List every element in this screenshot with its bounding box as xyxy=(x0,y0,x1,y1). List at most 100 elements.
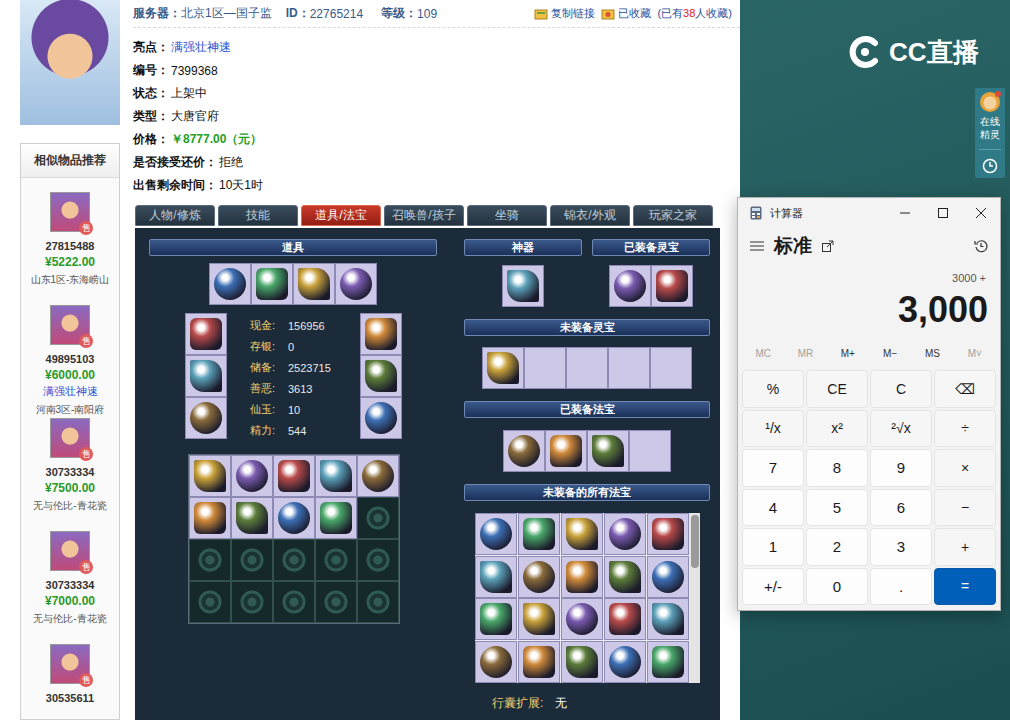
item-slot[interactable] xyxy=(650,347,692,389)
item-slot[interactable] xyxy=(502,265,544,307)
calc-key[interactable]: . xyxy=(870,568,932,606)
memory-button[interactable]: MS xyxy=(911,340,953,366)
close-button[interactable] xyxy=(962,198,1000,228)
item-slot[interactable] xyxy=(185,313,227,355)
memory-button[interactable]: MR xyxy=(784,340,826,366)
item-slot[interactable] xyxy=(185,355,227,397)
calc-key[interactable]: 8 xyxy=(806,449,868,487)
item-slot[interactable] xyxy=(335,263,377,305)
item-slot[interactable] xyxy=(587,430,629,472)
item-slot[interactable] xyxy=(293,263,335,305)
info-value[interactable]: 满强壮神速 xyxy=(171,39,231,56)
scrollbar[interactable] xyxy=(690,513,700,683)
item-slot[interactable] xyxy=(518,598,560,640)
item-slot[interactable] xyxy=(357,581,399,623)
item-slot[interactable] xyxy=(357,539,399,581)
memory-button[interactable]: M˅ xyxy=(954,340,996,366)
item-slot[interactable] xyxy=(609,265,651,307)
helper-label[interactable]: 在线精灵 xyxy=(979,115,1001,141)
sidebar-item[interactable]: 售27815488¥5222.00山东1区-东海崂山 xyxy=(21,178,119,291)
calc-key[interactable]: 3 xyxy=(870,528,932,566)
calc-key[interactable]: ²√x xyxy=(870,410,932,448)
item-slot[interactable] xyxy=(315,455,357,497)
item-slot[interactable] xyxy=(315,497,357,539)
item-slot[interactable] xyxy=(608,347,650,389)
item-slot[interactable] xyxy=(360,313,402,355)
item-slot[interactable] xyxy=(545,430,587,472)
item-slot[interactable] xyxy=(561,598,603,640)
calc-key[interactable]: 5 xyxy=(806,489,868,527)
item-slot[interactable] xyxy=(647,641,689,683)
item-slot[interactable] xyxy=(651,265,693,307)
item-slot[interactable] xyxy=(503,430,545,472)
tab[interactable]: 坐骑 xyxy=(467,205,547,226)
item-slot[interactable] xyxy=(475,598,517,640)
item-slot[interactable] xyxy=(475,641,517,683)
calc-key[interactable]: % xyxy=(742,370,804,408)
item-slot[interactable] xyxy=(189,581,231,623)
item-slot[interactable] xyxy=(518,556,560,598)
item-slot[interactable] xyxy=(647,513,689,555)
item-slot[interactable] xyxy=(629,430,671,472)
calculator-window[interactable]: 计算器标准3000 +3,000MCMRM+M−MSM˅%CEC⌫¹/xx²²√… xyxy=(737,197,1001,611)
item-slot[interactable] xyxy=(518,641,560,683)
item-slot[interactable] xyxy=(357,497,399,539)
item-slot[interactable] xyxy=(185,397,227,439)
item-slot[interactable] xyxy=(273,581,315,623)
calc-key[interactable]: ÷ xyxy=(934,410,996,448)
tab[interactable]: 道具/法宝 xyxy=(301,205,381,226)
memory-button[interactable]: M− xyxy=(869,340,911,366)
sidebar-item[interactable]: 售30535611 xyxy=(21,630,119,720)
item-slot[interactable] xyxy=(475,513,517,555)
tab[interactable]: 玩家之家 xyxy=(633,205,713,226)
item-slot[interactable] xyxy=(604,556,646,598)
item-slot[interactable] xyxy=(360,397,402,439)
tab[interactable]: 锦衣/外观 xyxy=(550,205,630,226)
item-slot[interactable] xyxy=(518,513,560,555)
memory-button[interactable]: MC xyxy=(742,340,784,366)
favorite-link[interactable]: 已收藏 xyxy=(601,6,651,21)
item-slot[interactable] xyxy=(604,641,646,683)
item-slot[interactable] xyxy=(189,497,231,539)
calc-key[interactable]: − xyxy=(934,489,996,527)
item-slot[interactable] xyxy=(482,347,524,389)
item-slot[interactable] xyxy=(647,556,689,598)
copy-link[interactable]: 复制链接 xyxy=(534,6,595,21)
item-slot[interactable] xyxy=(315,539,357,581)
calc-key[interactable]: 1 xyxy=(742,528,804,566)
item-slot[interactable] xyxy=(357,455,399,497)
calc-key[interactable]: C xyxy=(870,370,932,408)
calc-key[interactable]: × xyxy=(934,449,996,487)
item-slot[interactable] xyxy=(475,556,517,598)
item-slot[interactable] xyxy=(561,513,603,555)
calc-key[interactable]: + xyxy=(934,528,996,566)
item-slot[interactable] xyxy=(604,513,646,555)
tab[interactable]: 召唤兽/孩子 xyxy=(384,205,464,226)
calc-key[interactable]: 0 xyxy=(806,568,868,606)
calc-key[interactable]: 2 xyxy=(806,528,868,566)
item-slot[interactable] xyxy=(251,263,293,305)
calc-key[interactable]: = xyxy=(934,568,996,606)
item-slot[interactable] xyxy=(273,455,315,497)
calc-key[interactable]: 9 xyxy=(870,449,932,487)
calc-key[interactable]: CE xyxy=(806,370,868,408)
item-slot[interactable] xyxy=(231,455,273,497)
calc-key[interactable]: ⌫ xyxy=(934,370,996,408)
tab[interactable]: 技能 xyxy=(218,205,298,226)
item-slot[interactable] xyxy=(273,539,315,581)
scroll-thumb[interactable] xyxy=(691,515,699,568)
calc-key[interactable]: 7 xyxy=(742,449,804,487)
item-slot[interactable] xyxy=(231,581,273,623)
item-slot[interactable] xyxy=(315,581,357,623)
item-slot[interactable] xyxy=(231,497,273,539)
calc-key[interactable]: +/- xyxy=(742,568,804,606)
item-slot[interactable] xyxy=(524,347,566,389)
item-slot[interactable] xyxy=(604,598,646,640)
calc-key[interactable]: x² xyxy=(806,410,868,448)
maximize-button[interactable] xyxy=(924,198,962,228)
memory-button[interactable]: M+ xyxy=(827,340,869,366)
item-slot[interactable] xyxy=(273,497,315,539)
sidebar-item[interactable]: 售30733334¥7000.00无与伦比-青花瓷 xyxy=(21,517,119,630)
calc-key[interactable]: 6 xyxy=(870,489,932,527)
item-slot[interactable] xyxy=(231,539,273,581)
